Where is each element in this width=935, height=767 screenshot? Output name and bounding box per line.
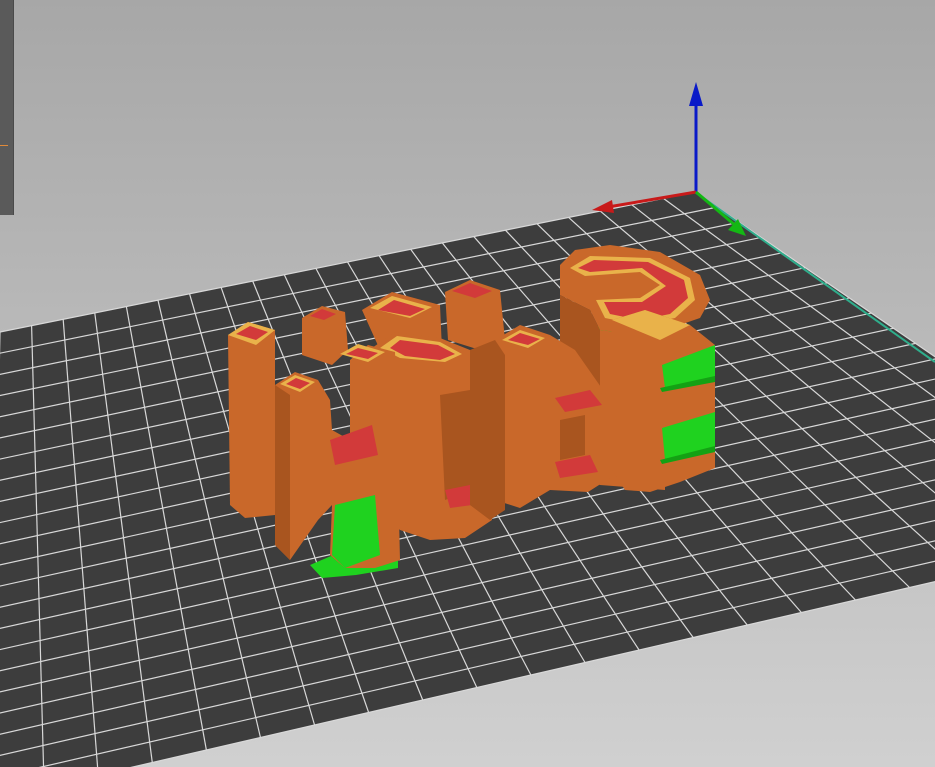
scene-canvas[interactable]: [0, 0, 935, 767]
3d-preview-viewport[interactable]: [0, 0, 935, 767]
collapsed-side-panel[interactable]: [0, 0, 14, 215]
letter-back-1: [228, 322, 275, 518]
letter-middle-ridge: [470, 340, 505, 520]
letter-back-2: [302, 306, 348, 365]
letter-front-e: [612, 310, 715, 492]
layer-marker: [0, 145, 8, 146]
